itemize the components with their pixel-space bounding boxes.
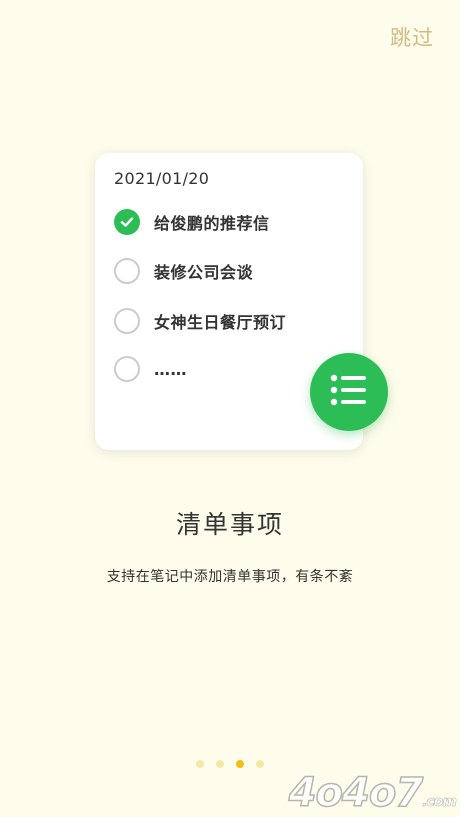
checklist-fab-button[interactable] xyxy=(310,353,388,431)
checklist-item: …… xyxy=(114,356,187,382)
list-icon xyxy=(330,373,368,411)
unchecked-circle-icon xyxy=(114,258,140,284)
site-watermark: 4o4o7.com xyxy=(288,770,457,816)
page-dot xyxy=(196,760,204,768)
page-dot xyxy=(216,760,224,768)
unchecked-circle-icon xyxy=(114,356,140,382)
watermark-text: 4o4o7 xyxy=(288,770,424,816)
page-dot xyxy=(256,760,264,768)
checklist-item: 给俊鹏的推荐信 xyxy=(114,209,270,235)
unchecked-circle-icon xyxy=(114,308,140,334)
feature-description: 支持在笔记中添加清单事项，有条不紊 xyxy=(106,569,354,585)
checklist-item: 装修公司会谈 xyxy=(114,258,253,284)
checked-circle-icon xyxy=(114,209,140,235)
page-indicator xyxy=(0,760,460,768)
feature-title: 清单事项 xyxy=(175,510,284,539)
card-date: 2021/01/20 xyxy=(114,169,210,188)
checklist-item-label: …… xyxy=(154,359,187,379)
checklist-item: 女神生日餐厅预订 xyxy=(114,308,286,334)
watermark-domain: .com xyxy=(422,794,457,810)
checklist-item-label: 女神生日餐厅预订 xyxy=(154,313,287,332)
page-dot-active xyxy=(236,760,244,768)
skip-button[interactable]: 跳过 xyxy=(390,22,434,52)
checklist-item-label: 装修公司会谈 xyxy=(154,263,254,282)
checklist-item-label: 给俊鹏的推荐信 xyxy=(154,214,270,233)
